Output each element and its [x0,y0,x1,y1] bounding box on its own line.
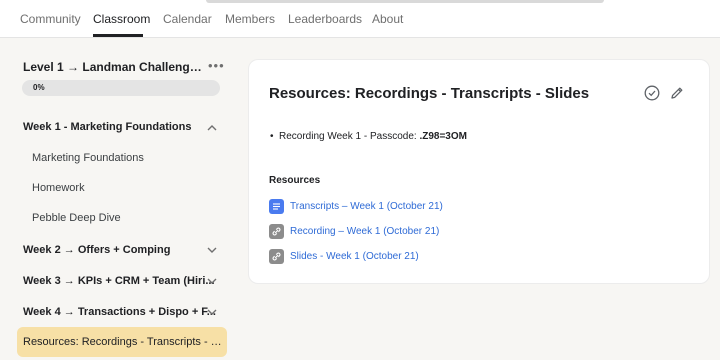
resource-label[interactable]: Slides - Week 1 (October 21) [290,251,419,262]
chevron-down-icon[interactable] [206,275,218,287]
resources-heading: Resources [269,175,321,186]
more-options-icon[interactable]: ••• [208,58,225,73]
tab-members[interactable]: Members [225,12,275,26]
resource-label[interactable]: Transcripts – Week 1 (October 21) [290,201,443,212]
course-title: Level 1 → Landman Challenge ($... [23,60,203,74]
passcode-text: Recording Week 1 - Passcode: [279,131,420,142]
sidebar-section-week-4[interactable]: Week 4 → Transactions + Dispo + F... [23,306,216,318]
progress-label: 0% [33,83,45,92]
tab-leaderboards[interactable]: Leaderboards [288,12,362,26]
sidebar-item-resources-active[interactable]: Resources: Recordings - Transcripts - Sl… [17,327,227,357]
chevron-down-icon[interactable] [206,244,218,256]
lesson-card: Resources: Recordings - Transcripts - Sl… [248,59,710,284]
link-icon [269,249,284,264]
tab-about[interactable]: About [372,12,403,26]
sidebar-section-week-1[interactable]: Week 1 - Marketing Foundations [23,121,192,133]
sidebar-lesson-pebble-deep-dive[interactable]: Pebble Deep Dive [32,212,121,224]
tab-classroom[interactable]: Classroom [93,12,150,26]
sidebar-lesson-homework[interactable]: Homework [32,182,85,194]
check-circle-icon[interactable] [644,85,660,101]
scrollbar-thumb[interactable] [206,0,604,3]
sidebar-section-week-2[interactable]: Week 2 → Offers + Comping [23,244,170,256]
sidebar-item-label: Resources: Recordings - Transcripts - Sl… [23,336,223,348]
chevron-down-icon[interactable] [206,306,218,318]
pencil-icon[interactable] [669,85,685,101]
sidebar-section-week-3[interactable]: Week 3 → KPIs + CRM + Team (Hiri... [23,275,215,287]
tab-community[interactable]: Community [20,12,81,26]
sidebar-lesson-marketing-foundations[interactable]: Marketing Foundations [32,152,144,164]
lesson-title: Resources: Recordings - Transcripts - Sl… [269,85,590,102]
active-tab-indicator [93,34,143,37]
resource-label[interactable]: Recording – Week 1 (October 21) [290,226,439,237]
chevron-up-icon[interactable] [206,122,218,134]
document-icon [269,199,284,214]
tab-calendar[interactable]: Calendar [163,12,212,26]
top-navigation: Community Classroom Calendar Members Lea… [0,0,720,38]
passcode-value: .Z98=3OM [419,131,467,142]
link-icon [269,224,284,239]
passcode-bullet: Recording Week 1 - Passcode: .Z98=3OM [270,131,467,142]
progress-bar: 0% [22,80,220,96]
